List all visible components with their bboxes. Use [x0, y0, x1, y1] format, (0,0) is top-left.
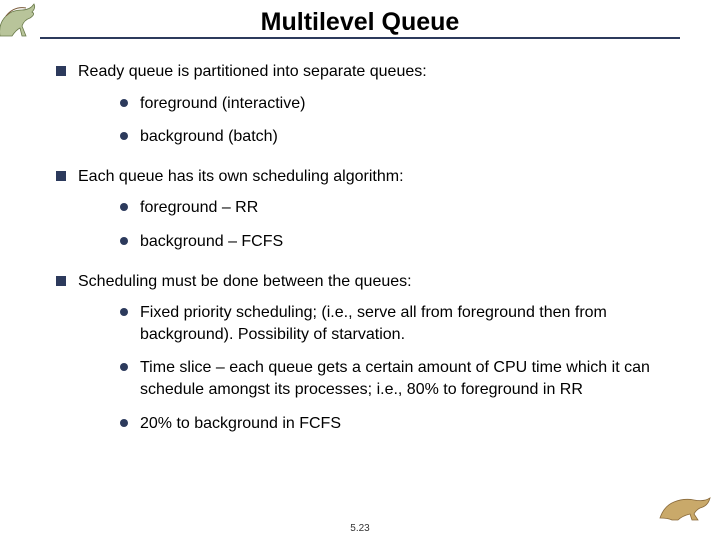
- bullet-list-level2: foreground (interactive) background (bat…: [78, 93, 680, 148]
- list-item: Fixed priority scheduling; (i.e., serve …: [120, 302, 680, 345]
- list-item: background – FCFS: [120, 231, 680, 253]
- list-item: 20% to background in FCFS: [120, 413, 680, 435]
- list-item: Ready queue is partitioned into separate…: [56, 61, 680, 148]
- bullet-list-level2: foreground – RR background – FCFS: [78, 197, 680, 252]
- slide-number: 5.23: [0, 523, 720, 534]
- list-text: background (batch): [140, 128, 278, 145]
- list-item: Time slice – each queue gets a certain a…: [120, 357, 680, 400]
- page-title: Multilevel Queue: [257, 8, 464, 39]
- list-item: foreground (interactive): [120, 93, 680, 115]
- list-item: Each queue has its own scheduling algori…: [56, 166, 680, 253]
- list-text: 20% to background in FCFS: [140, 415, 341, 432]
- list-text: Fixed priority scheduling; (i.e., serve …: [140, 304, 607, 343]
- list-text: foreground – RR: [140, 199, 258, 216]
- list-text: Ready queue is partitioned into separate…: [78, 63, 427, 80]
- content: Ready queue is partitioned into separate…: [40, 61, 680, 434]
- dinosaur-icon: [656, 484, 716, 524]
- list-text: Each queue has its own scheduling algori…: [78, 168, 404, 185]
- list-text: Scheduling must be done between the queu…: [78, 273, 412, 290]
- bullet-list-level2: Fixed priority scheduling; (i.e., serve …: [78, 302, 680, 434]
- list-item: foreground – RR: [120, 197, 680, 219]
- bullet-list-level1: Ready queue is partitioned into separate…: [40, 61, 680, 434]
- header: Multilevel Queue: [40, 8, 680, 39]
- list-text: foreground (interactive): [140, 95, 305, 112]
- list-text: background – FCFS: [140, 233, 283, 250]
- list-text: Time slice – each queue gets a certain a…: [140, 359, 650, 398]
- list-item: background (batch): [120, 126, 680, 148]
- slide: Multilevel Queue Ready queue is partitio…: [0, 0, 720, 540]
- list-item: Scheduling must be done between the queu…: [56, 271, 680, 435]
